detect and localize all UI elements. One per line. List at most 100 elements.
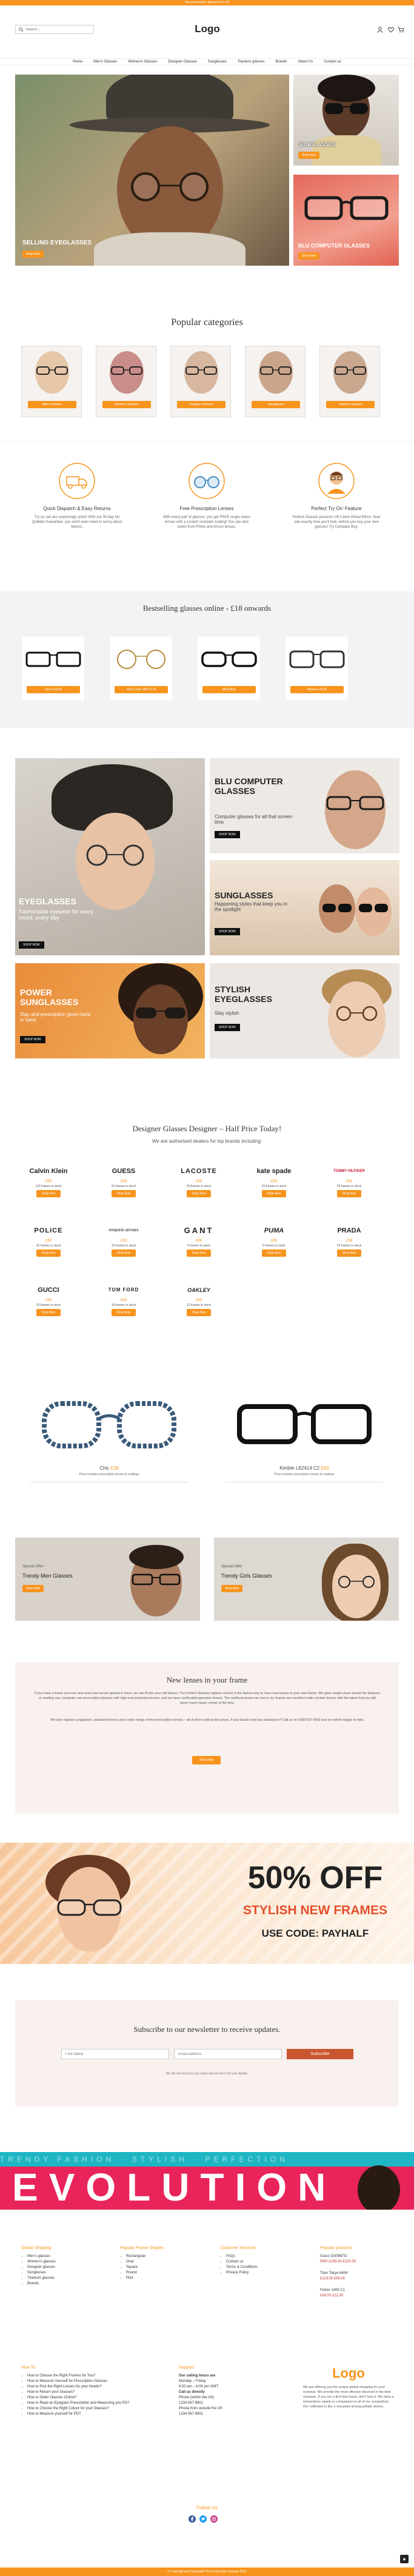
back-to-top-icon[interactable]: ▲ xyxy=(400,2555,409,2563)
brand-logo[interactable]: kate spade xyxy=(250,1166,298,1177)
brand-card[interactable]: OAKLEY £99 13 frames in stock Shop Now xyxy=(175,1285,223,1316)
newsletter-email-input[interactable] xyxy=(174,2049,282,2059)
footer-link[interactable]: FAQs xyxy=(226,2254,311,2259)
newsletter-subscribe-button[interactable]: Subscribe xyxy=(287,2049,353,2059)
brand-logo[interactable]: emporio armani xyxy=(99,1225,148,1236)
hero-blu-shop-button[interactable]: Shop Now xyxy=(298,252,320,260)
brand-shop-button[interactable]: Shop Now xyxy=(36,1249,61,1257)
footer-link[interactable]: How to Read an Eyeglass Prescription and… xyxy=(27,2401,142,2406)
brand-logo[interactable]: GUCCI xyxy=(24,1285,73,1296)
special-button[interactable]: Shop Now xyxy=(22,1585,44,1592)
brand-card[interactable]: GUESS £99 31 frames in stock Shop Now xyxy=(99,1166,148,1197)
brand-logo[interactable]: PRADA xyxy=(325,1225,373,1236)
brand-card[interactable]: GUCCI £99 23 frames in stock Shop Now xyxy=(24,1285,73,1316)
bestseller-button[interactable]: Gino £19.99 xyxy=(27,686,80,693)
bestseller-card[interactable]: Mirell Boy xyxy=(197,636,261,701)
special-offer-men[interactable]: Special Offer Trendy Men Glasses Shop No… xyxy=(15,1538,200,1621)
featured-frame-kimble[interactable]: Kimble L62414 C2 £50 Price includes pres… xyxy=(225,1385,383,1482)
promo-power-button[interactable]: SHOP NOW xyxy=(20,1036,45,1043)
brand-logo[interactable]: Calvin Klein xyxy=(24,1166,73,1177)
nav-item[interactable]: Brands xyxy=(276,59,287,66)
bestseller-card[interactable]: Gino £19.99 xyxy=(21,636,85,701)
footer-link[interactable]: How to Order Glasses Online? xyxy=(27,2395,142,2401)
footer-link[interactable]: How to Measure yourself for PD? xyxy=(27,2412,142,2417)
promo-power-sunglasses[interactable]: POWER SUNGLASSES Stay and prescription g… xyxy=(15,963,205,1058)
promo-sunglasses[interactable]: SUNGLASSES Happening styles that keep yo… xyxy=(210,860,399,955)
category-button[interactable]: Women's Glasses xyxy=(102,401,151,408)
footer-link[interactable]: Women's glasses xyxy=(27,2259,112,2265)
category-card[interactable]: Sunglasses xyxy=(245,346,305,417)
nav-item[interactable]: Sunglasses xyxy=(208,59,227,66)
promo-stylish-button[interactable]: SHOP NOW xyxy=(215,1024,240,1031)
brand-shop-button[interactable]: Shop Now xyxy=(187,1190,211,1197)
newsletter-first-name-input[interactable] xyxy=(61,2049,169,2059)
category-card[interactable]: Titanium Glasses xyxy=(319,346,380,417)
hero-main-banner[interactable]: SELLING EYEGLASSES Shop Now xyxy=(15,75,289,266)
promo-sunglasses-button[interactable]: SHOP NOW xyxy=(215,928,240,935)
nav-item[interactable]: Contact us xyxy=(324,59,341,66)
special-button[interactable]: Shop Now xyxy=(221,1585,243,1592)
brand-card[interactable]: PUMA £99 5 frames in stock Shop Now xyxy=(250,1225,298,1257)
promo-blu[interactable]: BLU COMPUTER GLASSES Computer glasses fo… xyxy=(210,758,399,853)
discount-banner[interactable]: 50% OFF STYLISH NEW FRAMES USE CODE: PAY… xyxy=(0,1843,414,1964)
footer-link[interactable]: Titanium glasses xyxy=(27,2276,112,2281)
product-link[interactable]: Gucci GG0987O xyxy=(320,2254,399,2259)
footer-link[interactable]: Rectangular xyxy=(126,2254,211,2259)
bestseller-card[interactable]: Style Code 280IT £19 xyxy=(109,636,173,701)
instagram-icon[interactable] xyxy=(210,2515,218,2523)
brand-shop-button[interactable]: Shop Now xyxy=(262,1249,286,1257)
brand-card[interactable]: LACOSTE £99 29 frames in stock Shop Now xyxy=(175,1166,223,1197)
search-input[interactable] xyxy=(25,27,89,33)
brand-shop-button[interactable]: Shop Now xyxy=(112,1249,136,1257)
footer-link[interactable]: Brands xyxy=(27,2281,112,2287)
footer-link[interactable]: Men's glasses xyxy=(27,2254,112,2259)
footer-link[interactable]: How to Measure Yourself for Prescription… xyxy=(27,2379,142,2384)
brand-logo[interactable]: TOMMY HILFIGER xyxy=(325,1166,373,1177)
featured-frame-chic[interactable]: Chic £39 Price includes prescription len… xyxy=(30,1385,188,1482)
heart-icon[interactable] xyxy=(388,27,394,33)
category-button[interactable]: Titanium Glasses xyxy=(326,401,375,408)
brand-logo[interactable]: GANT xyxy=(175,1225,223,1236)
twitter-icon[interactable] xyxy=(199,2515,207,2523)
footer-link[interactable]: How to Choose the Right Colour for your … xyxy=(27,2406,142,2412)
brand-shop-button[interactable]: Shop Now xyxy=(112,1190,136,1197)
footer-link[interactable]: How to Pick the Right Lenses for your Ne… xyxy=(27,2384,142,2390)
brand-logo[interactable]: GUESS xyxy=(99,1166,148,1177)
nav-item[interactable]: Men's Glasses xyxy=(93,59,117,66)
hero-blu-banner[interactable]: BLU COMPUTER GLASSES Shop Now xyxy=(293,175,399,266)
brand-shop-button[interactable]: Shop Now xyxy=(262,1190,286,1197)
category-card[interactable]: Designer Glasses xyxy=(170,346,231,417)
category-button[interactable]: Sunglasses xyxy=(252,401,300,408)
brand-card[interactable]: TOMMY HILFIGER £99 24 frames in stock Shop … xyxy=(325,1166,373,1197)
brand-logo[interactable]: PUMA xyxy=(250,1225,298,1236)
brand-logo[interactable]: LACOSTE xyxy=(175,1166,223,1177)
footer-link[interactable]: Sunglasses xyxy=(27,2270,112,2276)
lenses-shop-button[interactable]: Shop Now xyxy=(192,1756,221,1764)
brand-card[interactable]: PRADA £99 23 frames in stock Shop Now xyxy=(325,1225,373,1257)
user-icon[interactable] xyxy=(377,27,383,33)
category-button[interactable]: Men's Glasses xyxy=(28,401,76,408)
brand-card[interactable]: Calvin Klein £99 122 frames in stock Shop N… xyxy=(24,1166,73,1197)
brand-card[interactable]: GANT £99 4 frames in stock Shop Now xyxy=(175,1225,223,1257)
brand-shop-button[interactable]: Shop Now xyxy=(112,1309,136,1316)
brand-card[interactable]: emporio armani £99 19 frames in stock Shop … xyxy=(99,1225,148,1257)
brand-logo[interactable]: OAKLEY xyxy=(175,1285,223,1296)
special-offer-girls[interactable]: Special Offer Trendy Girls Glasses Shop … xyxy=(214,1538,399,1621)
product-link[interactable]: Titan Tokyo 6404 xyxy=(320,2271,399,2276)
nav-item[interactable]: Designer Glasses xyxy=(168,59,196,66)
hero-sunglasses-shop-button[interactable]: Shop Now xyxy=(298,152,320,159)
bestseller-button[interactable]: Style Code 280IT £19 xyxy=(115,686,168,693)
promo-stylish-eyeglasses[interactable]: STYLISH EYEGLASSES Stay stylish SHOP NOW xyxy=(210,963,399,1058)
nav-item[interactable]: Women's Glasses xyxy=(128,59,157,66)
product-link[interactable]: Fisher 1405 C1 xyxy=(320,2288,399,2293)
promo-eyeglasses[interactable]: EYEGLASSES Fashionable eyewear for every… xyxy=(15,758,205,955)
hero-main-shop-button[interactable]: Shop Now xyxy=(22,251,44,258)
footer-link[interactable]: How to Choose the Right Frames for You? xyxy=(27,2373,142,2379)
promo-blu-button[interactable]: SHOP NOW xyxy=(215,831,240,838)
bestseller-button[interactable]: Mirell Boy xyxy=(202,686,256,693)
brand-logo[interactable]: POLICE xyxy=(24,1225,73,1236)
promo-eyeglasses-button[interactable]: SHOP NOW xyxy=(19,941,44,949)
footer-link[interactable]: How to Return your Glasses? xyxy=(27,2390,142,2395)
brand-shop-button[interactable]: Shop Now xyxy=(36,1309,61,1316)
brand-logo[interactable]: TOM FORD xyxy=(99,1285,148,1296)
